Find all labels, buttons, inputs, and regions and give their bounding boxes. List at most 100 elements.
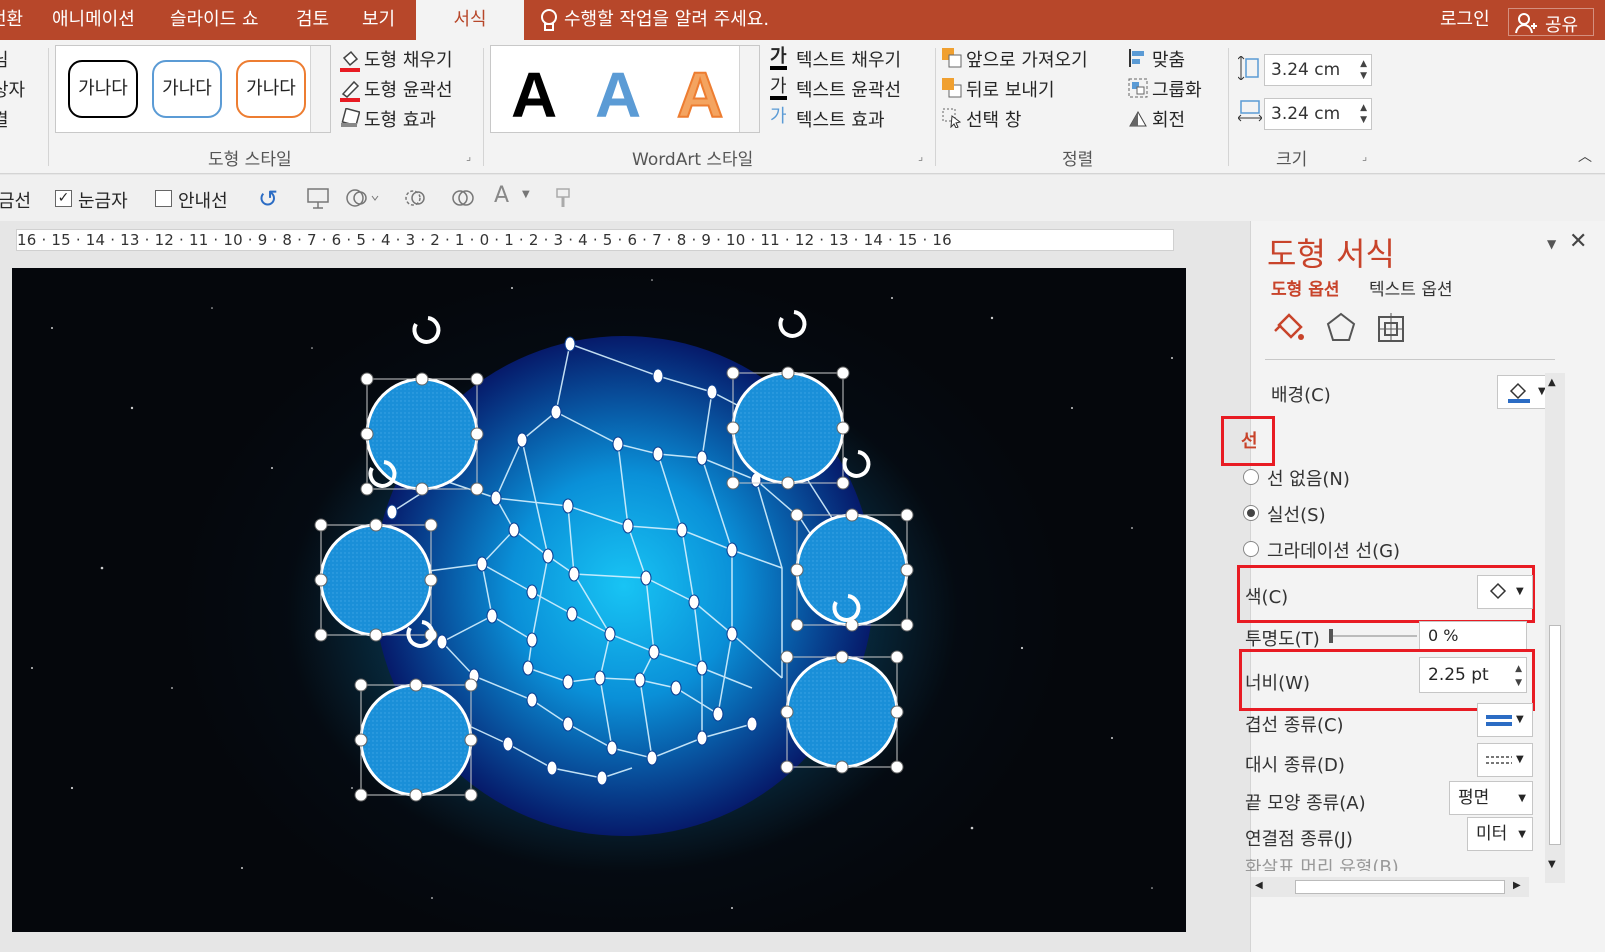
shape-outline-button[interactable]: 도형 윤곽선	[364, 76, 453, 102]
tab-view[interactable]: 보기	[362, 0, 395, 40]
text-fill-button[interactable]: 텍스트 채우기	[796, 46, 901, 72]
scroll-right-icon[interactable]: ▶	[1513, 880, 1521, 891]
gridlines-label[interactable]: 금선	[0, 187, 31, 213]
gallery-scroll[interactable]	[310, 46, 330, 132]
shape-style-sample-black[interactable]: 가나다	[68, 60, 138, 118]
selected-circle-3[interactable]	[359, 683, 473, 797]
scroll-down-icon[interactable]: ▼	[1548, 859, 1556, 870]
selection-pane-button[interactable]: 선택 창	[966, 106, 1021, 132]
presenter-icon[interactable]	[306, 187, 330, 209]
text-outline-button[interactable]: 텍스트 윤곽선	[796, 76, 901, 102]
ribbon-tab-bar: 전환 애니메이션 슬라이드 쇼 검토 보기 서식 수행할 작업을 알려 주세요.…	[0, 0, 1605, 40]
transparency-slider[interactable]	[1329, 629, 1417, 643]
shape-effects-button[interactable]: 도형 효과	[364, 106, 436, 132]
selected-circle-4[interactable]	[731, 371, 845, 485]
scroll-thumb[interactable]	[1295, 880, 1505, 894]
size-properties-icon[interactable]	[1375, 311, 1407, 343]
slide-canvas[interactable]	[12, 268, 1186, 932]
login-link[interactable]: 로그인	[1440, 0, 1490, 40]
chevron-down-icon: ▼	[1516, 586, 1524, 597]
line-color-dropdown[interactable]: ▼	[1477, 575, 1533, 609]
gallery-scroll[interactable]	[739, 46, 759, 132]
shape-style-sample-orange[interactable]: 가나다	[236, 60, 306, 118]
cap-type-label: 끝 모양 종류(A)	[1245, 793, 1366, 814]
tab-transitions[interactable]: 전환	[0, 0, 23, 40]
rotate-button[interactable]: 회전	[1152, 106, 1185, 132]
solid-line-radio[interactable]	[1243, 505, 1259, 521]
spin-down-icon[interactable]: ▼	[1360, 71, 1367, 81]
guides-checkbox[interactable]	[155, 190, 172, 207]
spin-up-icon[interactable]: ▲	[1360, 103, 1367, 113]
merge-shapes-icon[interactable]	[404, 187, 426, 209]
shape-fill-button[interactable]: 도형 채우기	[364, 46, 453, 72]
spin-up-icon[interactable]: ▲	[1515, 664, 1522, 674]
wordart-blue-a[interactable]: A	[595, 58, 641, 132]
dialog-launcher-icon[interactable]: ⌟	[466, 150, 471, 163]
text-effects-button[interactable]: 텍스트 효과	[796, 106, 885, 132]
left-cut-item-3[interactable]: 결	[0, 106, 9, 132]
shape-width-icon	[1237, 100, 1263, 122]
arrow-type-label: 화살표 머리 유형(B)	[1245, 859, 1399, 871]
selected-circle-6[interactable]	[785, 655, 899, 769]
bring-forward-button[interactable]: 앞으로 가져오기	[966, 46, 1088, 72]
no-line-radio[interactable]	[1243, 469, 1259, 485]
scroll-left-icon[interactable]: ◀	[1255, 880, 1263, 891]
wordart-orange-a[interactable]: A	[676, 58, 724, 132]
tell-me-search[interactable]: 수행할 작업을 알려 주세요.	[564, 0, 769, 40]
dialog-launcher-icon[interactable]: ⌟	[1362, 150, 1367, 163]
close-icon[interactable]: ✕	[1569, 229, 1587, 254]
tab-review[interactable]: 검토	[296, 0, 329, 40]
join-type-dropdown[interactable]: 미터 ▼	[1467, 817, 1533, 851]
scroll-up-icon[interactable]: ▲	[1548, 377, 1556, 388]
left-cut-item-2[interactable]: 상자	[0, 76, 25, 102]
selected-circle-5[interactable]	[795, 513, 909, 627]
text-outline-icon: 가	[770, 78, 787, 100]
intersect-icon[interactable]	[452, 187, 474, 209]
refresh-icon[interactable]: ↺	[258, 185, 278, 213]
compound-type-dropdown[interactable]: ▼	[1477, 703, 1533, 737]
shapes-icon[interactable]	[346, 187, 380, 209]
text-style-icon[interactable]: A	[494, 183, 509, 208]
selected-circle-2[interactable]	[319, 523, 433, 637]
collapse-ribbon-icon[interactable]: ︿	[1578, 146, 1592, 166]
shape-height-input[interactable]: 3.24 cm ▲ ▼	[1264, 54, 1372, 86]
tab-animations[interactable]: 애니메이션	[52, 0, 135, 40]
dash-type-dropdown[interactable]: ▼	[1477, 743, 1533, 777]
scroll-thumb[interactable]	[1549, 625, 1561, 845]
line-width-input[interactable]: 2.25 pt ▲ ▼	[1419, 657, 1527, 693]
transparency-input[interactable]: 0 %	[1419, 621, 1527, 651]
slider-thumb[interactable]	[1329, 629, 1333, 643]
horizontal-ruler[interactable]: 16 · 15 · 14 · 13 · 12 · 11 · 10 · 9 · 8…	[16, 229, 1174, 251]
group-button[interactable]: 그룹화	[1152, 76, 1202, 102]
dialog-launcher-icon[interactable]: ⌟	[918, 150, 923, 163]
spin-up-icon[interactable]: ▲	[1360, 59, 1367, 69]
horizontal-scrollbar[interactable]: ◀ ▶	[1251, 877, 1529, 897]
send-backward-button[interactable]: 뒤로 보내기	[966, 76, 1055, 102]
align-button[interactable]: 맞춤	[1152, 46, 1185, 72]
format-painter-icon[interactable]	[552, 187, 574, 209]
fill-line-icon[interactable]	[1273, 311, 1305, 343]
effects-pentagon-icon[interactable]	[1325, 311, 1357, 343]
tab-text-options[interactable]: 텍스트 옵션	[1369, 275, 1453, 300]
divider	[1265, 359, 1555, 360]
shape-style-sample-blue[interactable]: 가나다	[152, 60, 222, 118]
cap-type-dropdown[interactable]: 평면 ▼	[1449, 781, 1533, 815]
selected-circle-1[interactable]	[365, 377, 479, 491]
left-cut-item-1[interactable]: 님	[0, 46, 9, 72]
line-section-header[interactable]: 선	[1241, 427, 1258, 453]
wordart-black-a[interactable]: A	[511, 58, 557, 132]
ruler-checkbox[interactable]: ✓	[55, 190, 72, 207]
pane-options-icon[interactable]: ▼	[1547, 237, 1556, 251]
background-label: 배경(C)	[1271, 385, 1331, 406]
vertical-scrollbar[interactable]: ▲ ▼	[1545, 373, 1565, 883]
group-separator	[935, 48, 936, 166]
chevron-down-icon[interactable]: ▼	[522, 189, 530, 200]
spin-down-icon[interactable]: ▼	[1360, 115, 1367, 125]
tab-slideshow[interactable]: 슬라이드 쇼	[170, 0, 259, 40]
spin-down-icon[interactable]: ▼	[1515, 678, 1522, 688]
tab-shape-options[interactable]: 도형 옵션	[1271, 275, 1339, 300]
gradient-line-radio[interactable]	[1243, 541, 1259, 557]
tab-format[interactable]: 서식	[416, 0, 524, 40]
share-button[interactable]: 공유	[1508, 8, 1594, 36]
shape-width-input[interactable]: 3.24 cm ▲ ▼	[1264, 98, 1372, 130]
